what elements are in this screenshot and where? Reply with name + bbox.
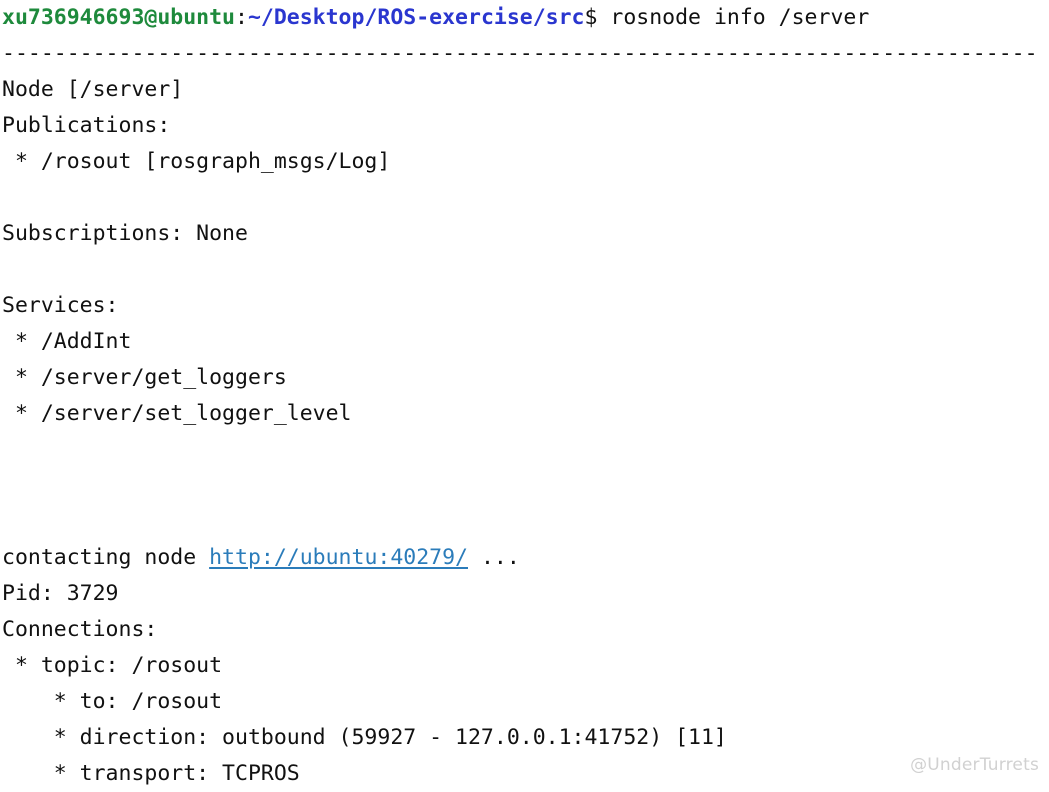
- output-line-blank: [0, 504, 1049, 540]
- prompt-user-host: xu736946693@ubuntu: [2, 5, 235, 30]
- output-line: Node [/server]: [0, 72, 1049, 108]
- output-line-blank: [0, 252, 1049, 288]
- output-line: Subscriptions: None: [0, 216, 1049, 252]
- output-line: Services:: [0, 288, 1049, 324]
- separator-rule: ----------------------------------------…: [0, 36, 1049, 72]
- contacting-node-line: contacting node http://ubuntu:40279/ ...: [0, 540, 1049, 576]
- output-line: Publications:: [0, 108, 1049, 144]
- output-line: * direction: outbound (59927 - 127.0.0.1…: [0, 720, 1049, 756]
- output-line: Connections:: [0, 612, 1049, 648]
- prompt-line: xu736946693@ubuntu:~/Desktop/ROS-exercis…: [0, 0, 1049, 36]
- output-line-blank: [0, 180, 1049, 216]
- output-line: * topic: /rosout: [0, 648, 1049, 684]
- output-line: * /AddInt: [0, 324, 1049, 360]
- output-line: * transport: TCPROS: [0, 756, 1049, 792]
- output-line: * /server/set_logger_level: [0, 396, 1049, 432]
- watermark-text: @UnderTurrets: [910, 755, 1039, 775]
- watermark:  @UnderTurrets: [905, 755, 1039, 775]
- prompt-path: ~/Desktop/ROS-exercise/src: [248, 5, 585, 30]
- prompt-command: rosnode info /server: [597, 5, 869, 30]
- output-line-blank: [0, 468, 1049, 504]
- output-line: * /server/get_loggers: [0, 360, 1049, 396]
- contacting-node-suffix: ...: [468, 545, 520, 570]
- output-line: * /rosout [rosgraph_msgs/Log]: [0, 144, 1049, 180]
- output-line-blank: [0, 432, 1049, 468]
- terminal-output: xu736946693@ubuntu:~/Desktop/ROS-exercis…: [0, 0, 1049, 779]
- contacting-node-prefix: contacting node: [2, 545, 209, 570]
- output-line: Pid: 3729: [0, 576, 1049, 612]
- output-line: * to: /rosout: [0, 684, 1049, 720]
- prompt-symbol: $: [585, 5, 598, 30]
- prompt-separator: :: [235, 5, 248, 30]
- node-url-link[interactable]: http://ubuntu:40279/: [209, 545, 468, 570]
